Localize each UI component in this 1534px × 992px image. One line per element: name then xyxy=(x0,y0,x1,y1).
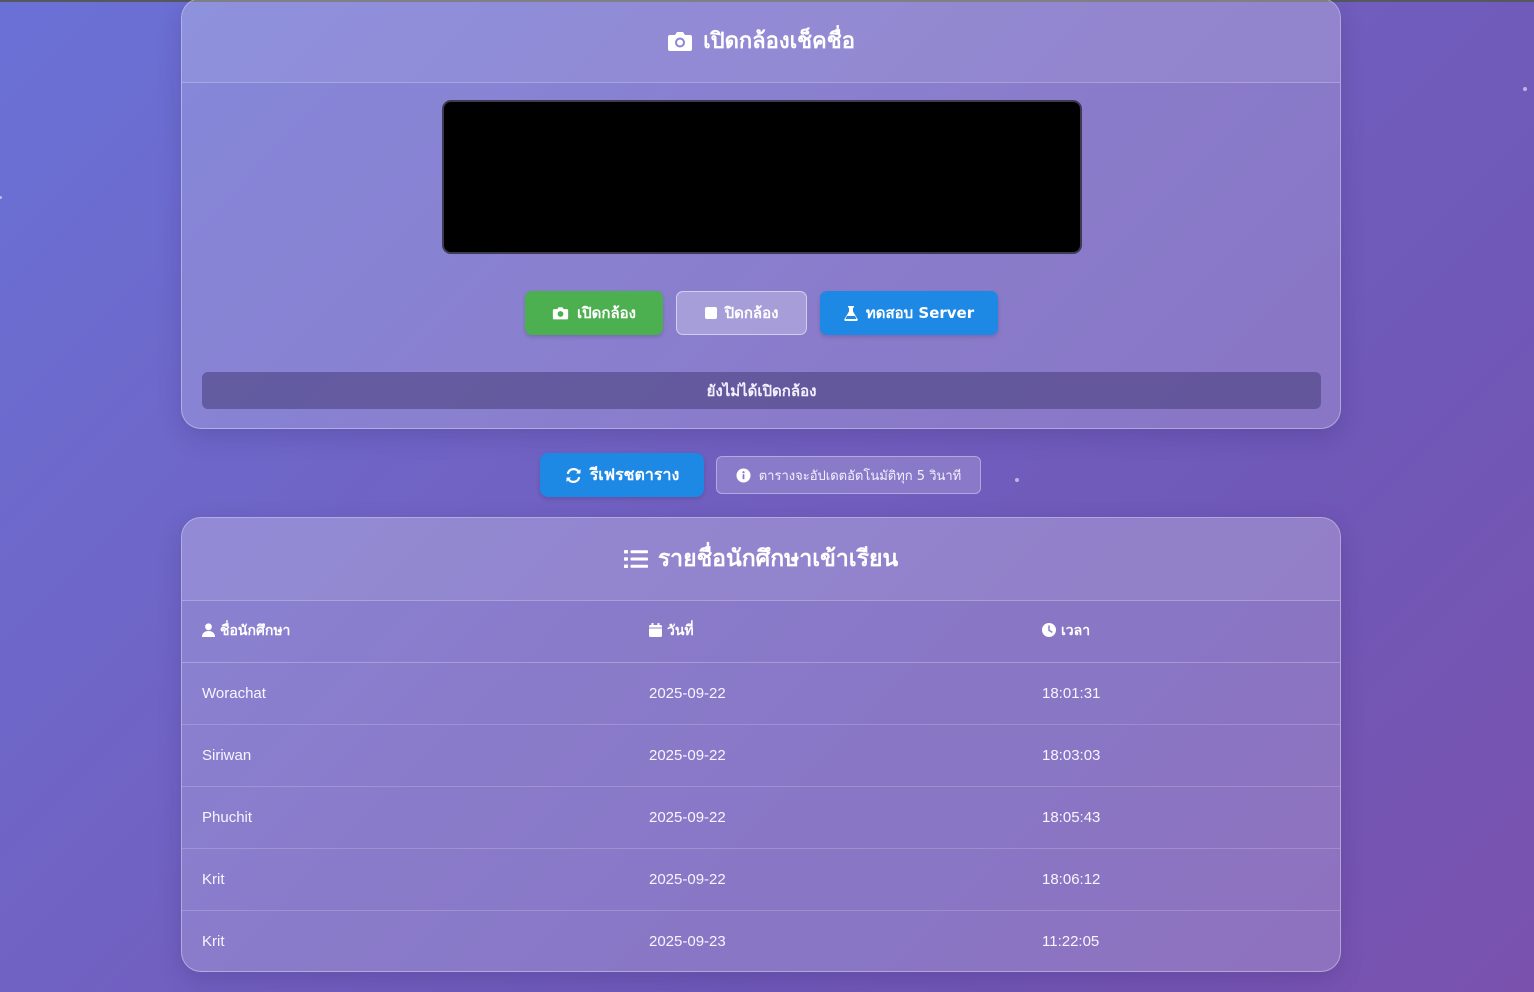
column-header-name-label: ชื่อนักศึกษา xyxy=(220,623,291,640)
auto-update-text: ตารางจะอัปเดตอัตโนมัติทุก 5 วินาที xyxy=(758,468,962,484)
row-date: 2025-09-22 xyxy=(649,684,726,702)
column-header-time: เวลา xyxy=(1022,601,1340,662)
row-time: 18:05:43 xyxy=(1042,808,1101,826)
close-camera-label: ปิดกล้อง xyxy=(724,304,779,322)
open-camera-button[interactable]: เปิดกล้อง xyxy=(525,291,663,335)
test-server-button[interactable]: ทดสอบ Server xyxy=(820,291,998,335)
attendance-card-header: รายชื่อนักศึกษาเข้าเรียน xyxy=(182,518,1340,601)
table-row: Krit 2025-09-22 18:06:12 xyxy=(182,848,1340,910)
row-name: Krit xyxy=(202,870,225,888)
refresh-table-button[interactable]: รีเฟรชตาราง xyxy=(540,453,704,497)
table-row: Phuchit 2025-09-22 18:05:43 xyxy=(182,786,1340,848)
attendance-title: รายชื่อนักศึกษาเข้าเรียน xyxy=(657,546,899,572)
table-row: Siriwan 2025-09-22 18:03:03 xyxy=(182,724,1340,786)
camera-status-bar: ยังไม่ได้เปิดกล้อง xyxy=(202,372,1321,409)
test-server-label: ทดสอบ Server xyxy=(865,304,975,322)
row-time: 18:06:12 xyxy=(1042,870,1101,888)
row-date: 2025-09-23 xyxy=(649,932,726,950)
clock-icon xyxy=(1042,623,1056,638)
row-time: 11:22:05 xyxy=(1042,932,1100,950)
list-icon xyxy=(623,550,648,568)
camera-icon xyxy=(668,31,693,51)
row-date: 2025-09-22 xyxy=(649,808,726,826)
row-name: Krit xyxy=(202,932,225,950)
info-icon xyxy=(736,468,751,482)
row-name: Siriwan xyxy=(202,746,252,764)
camera-controls: เปิดกล้อง ปิดกล้อง ทดสอบ Server xyxy=(182,291,1340,335)
column-header-time-label: เวลา xyxy=(1061,623,1091,640)
table-header-row: ชื่อนักศึกษา วันที่ เวลา xyxy=(182,601,1340,662)
refresh-table-label: รีเฟรชตาราง xyxy=(589,464,680,484)
user-icon xyxy=(202,623,215,638)
camera-video-preview xyxy=(442,100,1082,254)
camera-card-header: เปิดกล้องเช็คชื่อ xyxy=(182,0,1340,83)
row-time: 18:01:31 xyxy=(1042,684,1101,702)
row-name: Phuchit xyxy=(202,808,253,826)
open-camera-label: เปิดกล้อง xyxy=(577,304,636,322)
row-date: 2025-09-22 xyxy=(649,870,726,888)
column-header-name: ชื่อนักศึกษา xyxy=(182,601,629,662)
row-time: 18:03:03 xyxy=(1042,746,1101,764)
refresh-icon xyxy=(566,467,581,483)
table-row: Worachat 2025-09-22 18:01:31 xyxy=(182,662,1340,724)
auto-update-note: ตารางจะอัปเดตอัตโนมัติทุก 5 วินาที xyxy=(716,456,981,494)
attendance-card: รายชื่อนักศึกษาเข้าเรียน ชื่อนักศึกษา วั… xyxy=(181,517,1341,972)
flask-icon xyxy=(844,306,858,321)
column-header-date-label: วันที่ xyxy=(667,623,694,640)
attendance-table: ชื่อนักศึกษา วันที่ เวลา Worachat 2025-0… xyxy=(182,601,1340,971)
camera-card-title: เปิดกล้องเช็คชื่อ xyxy=(703,29,855,54)
stop-icon xyxy=(704,307,717,319)
column-header-date: วันที่ xyxy=(629,601,1022,662)
camera-status-text: ยังไม่ได้เปิดกล้อง xyxy=(706,381,817,400)
decorative-dot xyxy=(1015,478,1019,482)
calendar-icon xyxy=(649,623,662,638)
close-camera-button[interactable]: ปิดกล้อง xyxy=(676,291,807,335)
decorative-dot xyxy=(1523,87,1527,91)
row-date: 2025-09-22 xyxy=(649,746,726,764)
row-name: Worachat xyxy=(202,684,266,702)
decorative-dot xyxy=(0,196,2,199)
camera-card: เปิดกล้องเช็คชื่อ เปิดกล้อง ปิดกล้อง ทดส… xyxy=(181,0,1341,429)
table-row: Krit 2025-09-23 11:22:05 xyxy=(182,910,1340,971)
camera-icon xyxy=(552,307,569,320)
